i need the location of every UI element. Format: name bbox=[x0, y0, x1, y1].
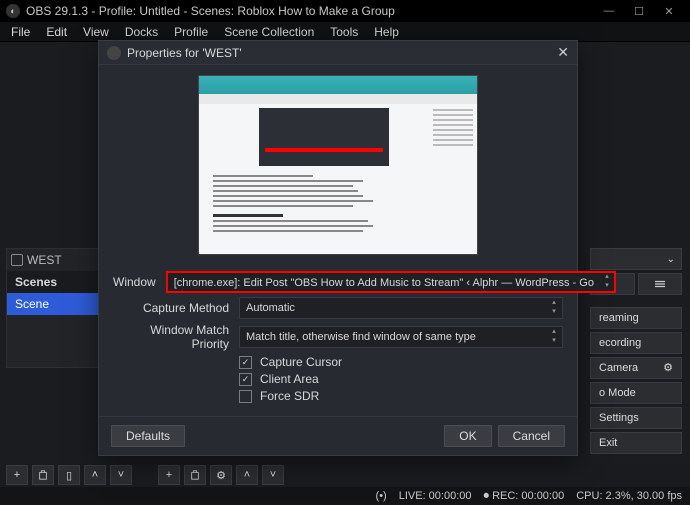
dialog-titlebar[interactable]: Properties for 'WEST' ✕ bbox=[99, 41, 577, 65]
force-sdr-checkbox[interactable]: Force SDR bbox=[239, 389, 563, 403]
checkbox-label: Client Area bbox=[260, 372, 319, 386]
dialog-footer: Defaults OK Cancel bbox=[99, 416, 577, 455]
checkbox-label: Capture Cursor bbox=[260, 355, 342, 369]
match-priority-dropdown[interactable]: Match title, otherwise find window of sa… bbox=[239, 326, 563, 348]
dialog-title: Properties for 'WEST' bbox=[127, 46, 242, 60]
dialog-close-button[interactable]: ✕ bbox=[557, 44, 569, 61]
chevron-updown-icon[interactable]: ▴▾ bbox=[547, 299, 561, 317]
defaults-button[interactable]: Defaults bbox=[111, 425, 185, 447]
label-window: Window bbox=[113, 275, 156, 289]
source-preview bbox=[198, 75, 478, 255]
window-dropdown[interactable]: [chrome.exe]: Edit Post "OBS How to Add … bbox=[166, 271, 616, 293]
checkbox-icon: ✓ bbox=[239, 373, 252, 386]
properties-form: Window [chrome.exe]: Edit Post "OBS How … bbox=[99, 263, 577, 416]
capture-method-dropdown[interactable]: Automatic bbox=[239, 297, 563, 319]
modal-overlay: Properties for 'WEST' ✕ Window [chrome.e… bbox=[0, 0, 690, 505]
checkbox-icon bbox=[239, 390, 252, 403]
capture-cursor-checkbox[interactable]: ✓ Capture Cursor bbox=[239, 355, 563, 369]
obs-logo-icon bbox=[107, 46, 121, 60]
properties-dialog: Properties for 'WEST' ✕ Window [chrome.e… bbox=[98, 40, 578, 456]
ok-button[interactable]: OK bbox=[444, 425, 491, 447]
cancel-button[interactable]: Cancel bbox=[498, 425, 565, 447]
chevron-updown-icon[interactable]: ▴▾ bbox=[547, 328, 561, 346]
client-area-checkbox[interactable]: ✓ Client Area bbox=[239, 372, 563, 386]
checkbox-label: Force SDR bbox=[260, 389, 319, 403]
chevron-updown-icon[interactable]: ▴▾ bbox=[600, 273, 614, 291]
label-capture-method: Capture Method bbox=[113, 301, 229, 315]
label-match-priority: Window Match Priority bbox=[113, 323, 229, 351]
checkbox-icon: ✓ bbox=[239, 356, 252, 369]
